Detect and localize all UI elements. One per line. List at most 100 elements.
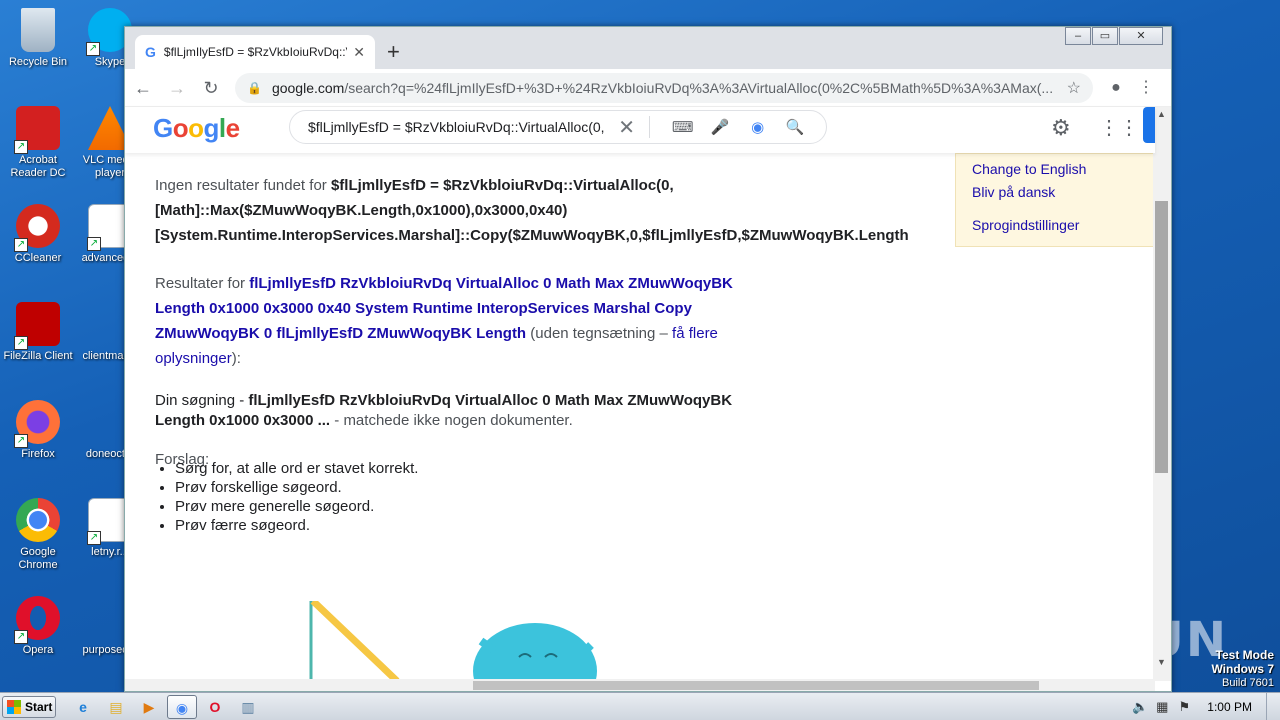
shortcut-arrow-icon: ↗ bbox=[14, 140, 28, 154]
ccleaner-icon: ↗ bbox=[14, 204, 60, 252]
google-logo[interactable]: Google bbox=[153, 113, 240, 144]
shortcut-arrow-icon: ↗ bbox=[86, 42, 100, 56]
chrome-taskbar-icon[interactable]: ◉ bbox=[167, 694, 197, 719]
volume-icon[interactable]: 🔈 bbox=[1129, 699, 1151, 715]
toolbar-right: ● ⋮ bbox=[1101, 73, 1161, 103]
notepad-taskbar-icon[interactable]: ▥ bbox=[233, 695, 263, 719]
acrobat-icon: ↗ bbox=[14, 106, 60, 154]
desktop-icon-ccleaner[interactable]: ↗ CCleaner bbox=[0, 204, 76, 265]
address-bar[interactable]: 🔒 google.com/search?q=%24flLjmIlyEsfD+%3… bbox=[235, 73, 1093, 103]
suggestion-item: Sørg for, at alle ord er stavet korrekt. bbox=[175, 459, 418, 478]
lens-camera-icon[interactable]: ◉ bbox=[739, 118, 777, 136]
maximize-button[interactable]: ▭ bbox=[1092, 27, 1118, 45]
url-domain: google.com bbox=[271, 80, 345, 96]
menu-icon[interactable]: ⋮ bbox=[1131, 73, 1161, 103]
search-input[interactable]: $flLjmllyEsfD = $RzVkbloiuRvDq::VirtualA… bbox=[308, 119, 604, 135]
desktop-icon-label: Google Chrome bbox=[18, 546, 58, 571]
results-for-close: ): bbox=[231, 350, 241, 367]
network-icon[interactable]: ▦ bbox=[1151, 699, 1173, 715]
change-to-english-link[interactable]: Change to English bbox=[972, 158, 1138, 181]
settings-gear-icon[interactable]: ⚙ bbox=[1051, 115, 1071, 141]
tab-title: $flLjmIlyEsfD = $RzVkbIoiuRvDq::Vi bbox=[163, 45, 348, 59]
desktop-icon-label: FileZilla Client bbox=[3, 350, 73, 362]
clear-search-icon[interactable]: ✕ bbox=[618, 115, 635, 140]
your-search-suffix: - matchede ikke nogen dokumenter. bbox=[330, 412, 573, 429]
horizontal-scroll-thumb[interactable] bbox=[473, 681, 1039, 690]
start-button[interactable]: Start bbox=[2, 695, 56, 718]
keyboard-icon[interactable]: ⌨ bbox=[664, 118, 702, 136]
corrected-query-text: ZMuwWoqyBK 0 flLjmllyEsfD ZMuwWoqyBK Len… bbox=[155, 325, 527, 342]
stay-danish-link[interactable]: Bliv på dansk bbox=[972, 181, 1138, 204]
sign-in-button[interactable] bbox=[1143, 107, 1155, 143]
search-icon[interactable]: 🔍 bbox=[776, 118, 814, 136]
forward-button[interactable]: → bbox=[161, 72, 193, 104]
vertical-scrollbar[interactable]: ▲ ▼ bbox=[1153, 107, 1171, 681]
file-explorer-icon[interactable]: ▤ bbox=[101, 695, 131, 719]
scroll-down-arrow-icon[interactable]: ▼ bbox=[1157, 657, 1166, 667]
desktop-icon-chrome[interactable]: Google Chrome bbox=[0, 498, 76, 572]
desktop-icon-acrobat[interactable]: ↗ Acrobat Reader DC bbox=[0, 106, 76, 180]
desktop-icon-opera[interactable]: ↗ Opera bbox=[0, 596, 76, 657]
back-button[interactable]: ← bbox=[127, 72, 159, 104]
test-mode-line1: Test Mode bbox=[1215, 648, 1274, 662]
filezilla-icon: ↗ bbox=[14, 302, 60, 350]
internet-explorer-icon[interactable]: e bbox=[68, 695, 98, 719]
shortcut-arrow-icon: ↗ bbox=[14, 238, 28, 252]
desktop-icon-label: Acrobat Reader DC bbox=[10, 154, 66, 179]
reload-button[interactable]: ↻ bbox=[195, 72, 227, 104]
suggestion-item: Prøv forskellige søgeord. bbox=[175, 478, 418, 497]
desktop-icon-filezilla[interactable]: ↗ FileZilla Client bbox=[0, 302, 76, 363]
desktop-icon-firefox[interactable]: ↗ Firefox bbox=[0, 400, 76, 461]
google-favicon-icon: G bbox=[145, 44, 156, 60]
microphone-icon[interactable]: 🎤 bbox=[701, 118, 739, 136]
suggestions-list: Sørg for, at alle ord er stavet korrekt.… bbox=[175, 459, 418, 535]
desktop-icon-label: Opera bbox=[22, 644, 54, 656]
logo-letter: G bbox=[153, 113, 173, 143]
start-label: Start bbox=[25, 699, 53, 714]
firefox-icon: ↗ bbox=[14, 400, 60, 448]
desktop-icon-recycle-bin[interactable]: Recycle Bin bbox=[0, 8, 76, 69]
window-controls: – ▭ ✕ bbox=[1064, 27, 1163, 45]
logo-letter: o bbox=[172, 113, 189, 143]
no-results-query: [Math]::Max($ZMuwWoqyBK.Length,0x1000),0… bbox=[155, 202, 568, 219]
new-tab-button[interactable]: + bbox=[387, 39, 400, 65]
shortcut-arrow-icon: ↗ bbox=[14, 630, 28, 644]
desktop-icon-label: Firefox bbox=[21, 448, 55, 460]
windows-logo-icon bbox=[7, 699, 21, 714]
vertical-scroll-thumb[interactable] bbox=[1155, 201, 1168, 473]
language-settings-link[interactable]: Sprogindstillinger bbox=[972, 214, 1138, 237]
clock[interactable]: 1:00 PM bbox=[1207, 700, 1252, 714]
close-window-button[interactable]: ✕ bbox=[1119, 27, 1163, 45]
lock-icon[interactable]: 🔒 bbox=[247, 81, 262, 95]
suggestion-item: Prøv færre søgeord. bbox=[175, 516, 418, 535]
results-for-suffix: (uden tegnsætning – bbox=[526, 325, 673, 342]
recycle-bin-icon bbox=[21, 8, 55, 52]
tab-strip: G $flLjmIlyEsfD = $RzVkbIoiuRvDq::Vi ✕ +… bbox=[125, 27, 1171, 69]
url-path: /search?q=%24flLjmIlyEsfD+%3D+%24RzVkbIo… bbox=[344, 80, 1054, 96]
shortcut-arrow-icon: ↗ bbox=[14, 336, 28, 350]
test-mode-notice: Test Mode Windows 7 Build 7601 bbox=[1211, 648, 1274, 690]
logo-letter: e bbox=[225, 113, 240, 143]
logo-letter: l bbox=[218, 113, 226, 143]
more-info-link[interactable]: få flere bbox=[672, 325, 718, 342]
profile-icon[interactable]: ● bbox=[1101, 73, 1131, 103]
media-player-icon[interactable]: ▶ bbox=[134, 695, 164, 719]
minimize-button[interactable]: – bbox=[1065, 27, 1091, 45]
action-center-flag-icon[interactable]: ⚑ bbox=[1173, 699, 1195, 715]
logo-letter: o bbox=[188, 113, 204, 143]
shortcut-arrow-icon: ↗ bbox=[87, 237, 101, 251]
no-results-query: $flLjmllyEsfD = $RzVkbloiuRvDq::VirtualA… bbox=[330, 177, 674, 194]
show-desktop-button[interactable] bbox=[1266, 693, 1280, 720]
browser-tab[interactable]: G $flLjmIlyEsfD = $RzVkbIoiuRvDq::Vi ✕ bbox=[135, 35, 375, 69]
google-search-box[interactable]: $flLjmllyEsfD = $RzVkbloiuRvDq::VirtualA… bbox=[289, 110, 827, 144]
opera-taskbar-icon[interactable]: O bbox=[200, 695, 230, 719]
bookmark-star-icon[interactable]: ☆ bbox=[1067, 78, 1081, 98]
horizontal-scrollbar[interactable] bbox=[125, 679, 1155, 691]
shortcut-arrow-icon: ↗ bbox=[87, 531, 101, 545]
desktop-icon-label: Recycle Bin bbox=[8, 56, 68, 68]
close-tab-icon[interactable]: ✕ bbox=[353, 44, 365, 61]
corrected-query-text: flLjmllyEsfD RzVkbloiuRvDq VirtualAlloc … bbox=[249, 275, 733, 292]
your-search-query: Length 0x1000 0x3000 ... bbox=[155, 412, 331, 429]
more-info-link[interactable]: oplysninger bbox=[155, 350, 232, 367]
system-tray: 🔈 ▦ ⚑ 1:00 PM bbox=[1129, 693, 1280, 720]
